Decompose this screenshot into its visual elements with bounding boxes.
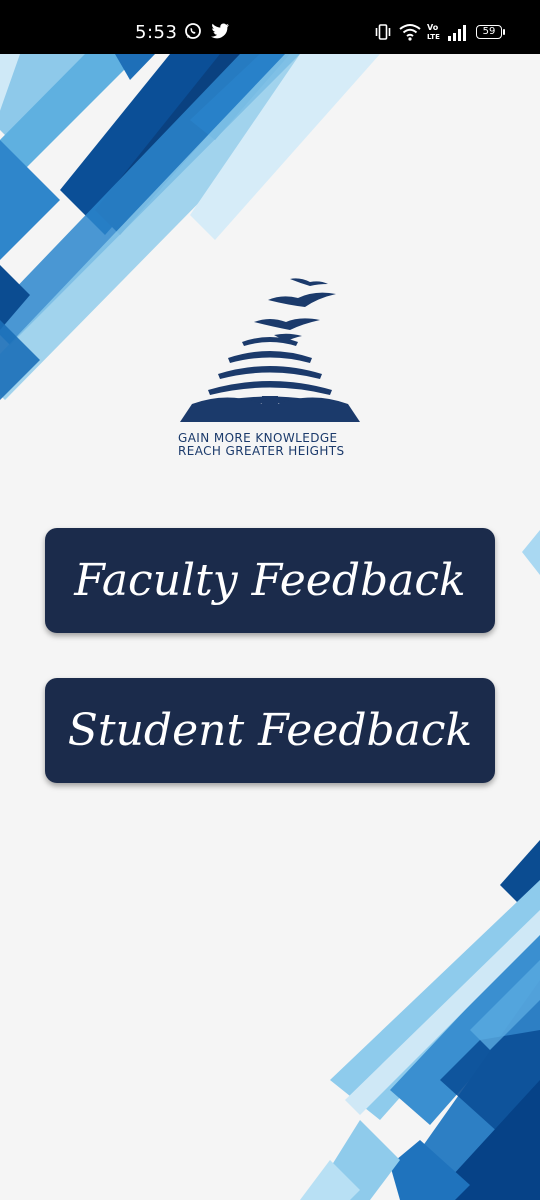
status-bar: 5:53 Vo LTE 59 bbox=[0, 0, 540, 54]
wifi-icon bbox=[399, 23, 421, 45]
volte-icon: Vo LTE bbox=[426, 22, 442, 46]
logo-tagline-2: REACH GREATER HEIGHTS bbox=[178, 444, 345, 458]
whatsapp-icon bbox=[184, 22, 202, 44]
college-logo: GAIN MORE KNOWLEDGE REACH GREATER HEIGHT… bbox=[170, 272, 370, 462]
svg-text:Vo: Vo bbox=[427, 23, 439, 32]
logo-tagline-1: GAIN MORE KNOWLEDGE bbox=[178, 431, 338, 445]
status-time: 5:53 bbox=[135, 22, 178, 43]
bottom-right-stripes bbox=[300, 840, 540, 1200]
battery-icon: 59 bbox=[476, 25, 505, 39]
book-birds-emblem bbox=[180, 278, 360, 422]
right-edge-stripe bbox=[522, 530, 540, 575]
signal-icon bbox=[446, 24, 468, 46]
vibrate-icon bbox=[374, 24, 392, 44]
faculty-feedback-button[interactable]: Faculty Feedback bbox=[45, 528, 495, 633]
student-feedback-button[interactable]: Student Feedback bbox=[45, 678, 495, 783]
twitter-icon bbox=[210, 22, 230, 44]
svg-text:LTE: LTE bbox=[427, 33, 440, 41]
